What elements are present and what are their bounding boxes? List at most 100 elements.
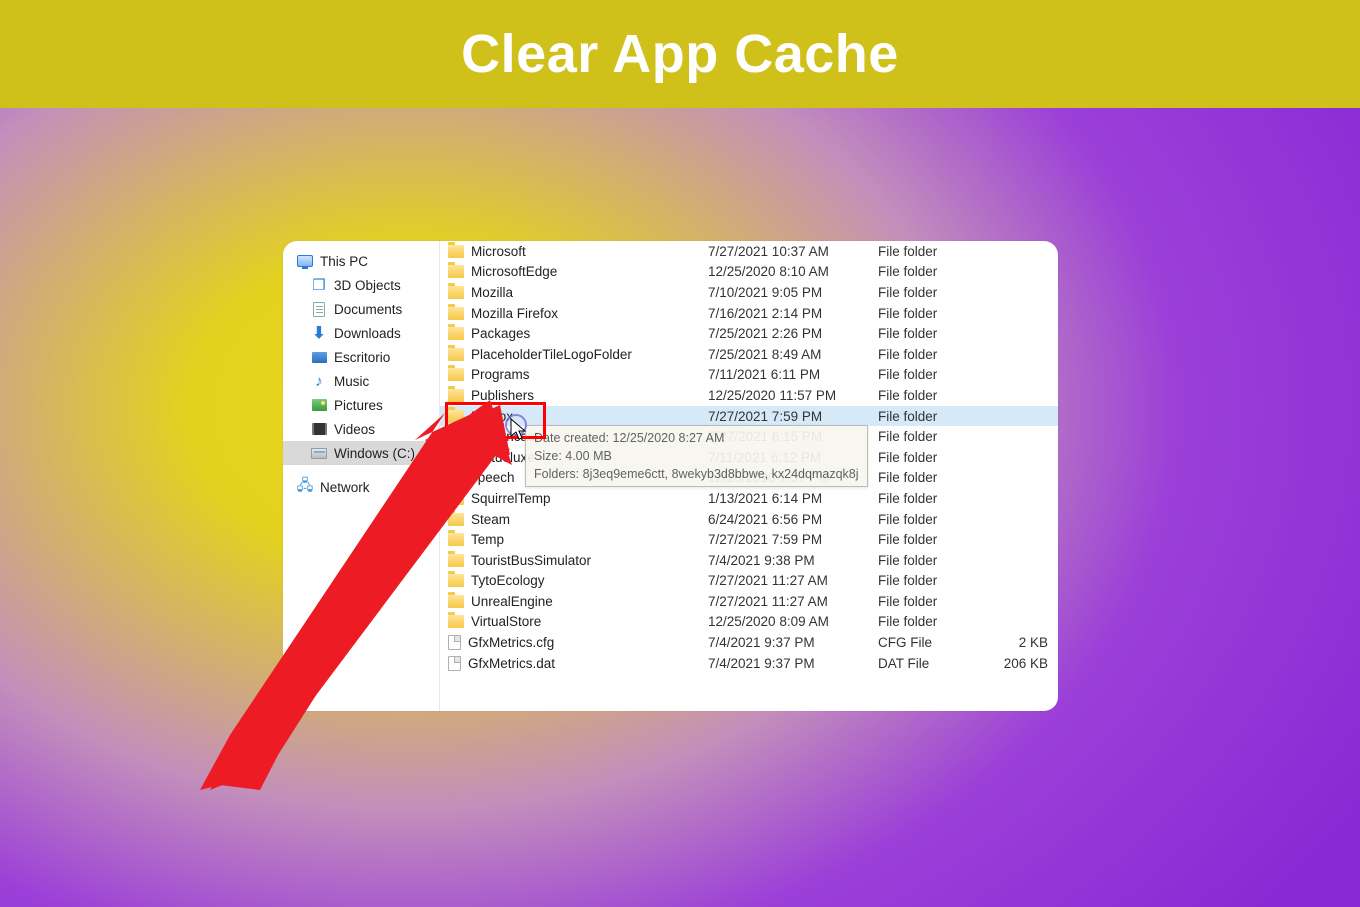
sidebar-item-label: Network	[320, 480, 370, 495]
file-row[interactable]: MicrosoftEdge12/25/2020 8:10 AMFile fold…	[440, 262, 1058, 283]
cell-date: 7/4/2021 9:37 PM	[708, 635, 878, 650]
cell-type: File folder	[878, 244, 998, 259]
cell-name: Roblox	[448, 409, 708, 424]
sidebar-item-downloads[interactable]: ⬇Downloads	[283, 321, 439, 345]
cell-date: 7/27/2021 11:27 AM	[708, 573, 878, 588]
sidebar-item-label: Videos	[334, 422, 375, 437]
file-row[interactable]: Temp7/27/2021 7:59 PMFile folder	[440, 529, 1058, 550]
cell-name: Temp	[448, 532, 708, 547]
file-row[interactable]: Packages7/25/2021 2:26 PMFile folder	[440, 323, 1058, 344]
cell-type: File folder	[878, 470, 998, 485]
cell-type: CFG File	[878, 635, 998, 650]
file-row[interactable]: Mozilla7/10/2021 9:05 PMFile folder	[440, 282, 1058, 303]
cell-name: GfxMetrics.dat	[448, 656, 708, 671]
cell-date: 7/4/2021 9:37 PM	[708, 656, 878, 671]
cell-date: 12/25/2020 8:09 AM	[708, 614, 878, 629]
file-icon	[448, 656, 461, 671]
cube-icon: ❒	[311, 277, 327, 293]
cell-date: 7/4/2021 9:38 PM	[708, 553, 878, 568]
cell-type: File folder	[878, 306, 998, 321]
file-row[interactable]: Publishers12/25/2020 11:57 PMFile folder	[440, 385, 1058, 406]
cell-type: File folder	[878, 264, 998, 279]
cell-date: 12/25/2020 11:57 PM	[708, 388, 878, 403]
folder-icon	[448, 574, 464, 587]
folder-icon	[448, 368, 464, 381]
cell-date: 7/10/2021 9:05 PM	[708, 285, 878, 300]
file-row[interactable]: TytoEcology7/27/2021 11:27 AMFile folder	[440, 571, 1058, 592]
sidebar-item-music[interactable]: ♪Music	[283, 369, 439, 393]
cell-name: SquirrelTemp	[448, 491, 708, 506]
cell-date: 1/13/2021 6:14 PM	[708, 491, 878, 506]
cell-name: Packages	[448, 326, 708, 341]
folder-icon	[448, 430, 464, 443]
cell-type: File folder	[878, 614, 998, 629]
sidebar-item-this-pc[interactable]: This PC	[283, 249, 439, 273]
cell-name: Mozilla	[448, 285, 708, 300]
cell-name: Programs	[448, 367, 708, 382]
folder-icon	[448, 389, 464, 402]
sidebar-item-label: Documents	[334, 302, 402, 317]
cell-date: 6/24/2021 6:56 PM	[708, 512, 878, 527]
cell-date: 7/27/2021 10:37 AM	[708, 244, 878, 259]
cell-type: File folder	[878, 367, 998, 382]
file-row[interactable]: TouristBusSimulator7/4/2021 9:38 PMFile …	[440, 550, 1058, 571]
cell-name: MicrosoftEdge	[448, 264, 708, 279]
file-row[interactable]: Steam6/24/2021 6:56 PMFile folder	[440, 509, 1058, 530]
cell-type: File folder	[878, 491, 998, 506]
cell-type: File folder	[878, 347, 998, 362]
cell-type: DAT File	[878, 656, 998, 671]
tooltip-line: Size: 4.00 MB	[534, 447, 859, 465]
music-icon: ♪	[311, 373, 327, 389]
sidebar-item-documents[interactable]: Documents	[283, 297, 439, 321]
sidebar-item-label: Escritorio	[334, 350, 390, 365]
file-row[interactable]: Microsoft7/27/2021 10:37 AMFile folder	[440, 241, 1058, 262]
file-row[interactable]: VirtualStore12/25/2020 8:09 AMFile folde…	[440, 612, 1058, 633]
cell-type: File folder	[878, 388, 998, 403]
sidebar-item-network[interactable]: 🖧 Network	[283, 475, 439, 499]
pictures-icon	[311, 397, 327, 413]
sidebar-item-videos[interactable]: Videos	[283, 417, 439, 441]
sidebar-item-label: Downloads	[334, 326, 401, 341]
file-row[interactable]: SquirrelTemp1/13/2021 6:14 PMFile folder	[440, 488, 1058, 509]
cell-date: 7/27/2021 7:59 PM	[708, 532, 878, 547]
cell-type: File folder	[878, 553, 998, 568]
sidebar-item-label: This PC	[320, 254, 368, 269]
file-row[interactable]: PlaceholderTileLogoFolder7/25/2021 8:49 …	[440, 344, 1058, 365]
file-row[interactable]: GfxMetrics.cfg7/4/2021 9:37 PMCFG File2 …	[440, 632, 1058, 653]
file-row[interactable]: UnrealEngine7/27/2021 11:27 AMFile folde…	[440, 591, 1058, 612]
sidebar-spacer	[283, 465, 439, 475]
file-row[interactable]: Programs7/11/2021 6:11 PMFile folder	[440, 365, 1058, 386]
folder-icon	[448, 471, 464, 484]
cell-name: Steam	[448, 512, 708, 527]
sidebar-item-label: 3D Objects	[334, 278, 401, 293]
folder-icon	[448, 533, 464, 546]
cell-name: GfxMetrics.cfg	[448, 635, 708, 650]
folder-icon	[448, 307, 464, 320]
videos-icon	[311, 421, 327, 437]
cell-type: File folder	[878, 573, 998, 588]
cell-name: Publishers	[448, 388, 708, 403]
cell-size: 2 KB	[998, 635, 1056, 650]
folder-icon	[448, 327, 464, 340]
pc-icon	[297, 253, 313, 269]
file-row[interactable]: GfxMetrics.dat7/4/2021 9:37 PMDAT File20…	[440, 653, 1058, 674]
file-row[interactable]: Mozilla Firefox7/16/2021 2:14 PMFile fol…	[440, 303, 1058, 324]
cell-name: Microsoft	[448, 244, 708, 259]
tooltip-line: Date created: 12/25/2020 8:27 AM	[534, 429, 859, 447]
sidebar-item-3d-objects[interactable]: ❒ 3D Objects	[283, 273, 439, 297]
folder-icon	[448, 595, 464, 608]
folder-icon	[448, 265, 464, 278]
sidebar-item-pictures[interactable]: Pictures	[283, 393, 439, 417]
sidebar-item-windows-c-[interactable]: Windows (C:)	[283, 441, 439, 465]
folder-icon	[448, 492, 464, 505]
file-row[interactable]: Roblox7/27/2021 7:59 PMFile folder	[440, 406, 1058, 427]
desktop-icon	[311, 349, 327, 365]
sidebar: This PC ❒ 3D Objects Documents ⬇Downloads Es…	[283, 241, 440, 711]
sidebar-item-escritorio[interactable]: Escritorio	[283, 345, 439, 369]
cell-name: TouristBusSimulator	[448, 553, 708, 568]
banner-title: Clear App Cache	[461, 23, 899, 85]
sidebar-item-label: Pictures	[334, 398, 383, 413]
tooltip-line: Folders: 8j3eq9eme6ctt, 8wekyb3d8bbwe, k…	[534, 465, 859, 483]
document-icon	[311, 301, 327, 317]
cell-size: 206 KB	[998, 656, 1056, 671]
